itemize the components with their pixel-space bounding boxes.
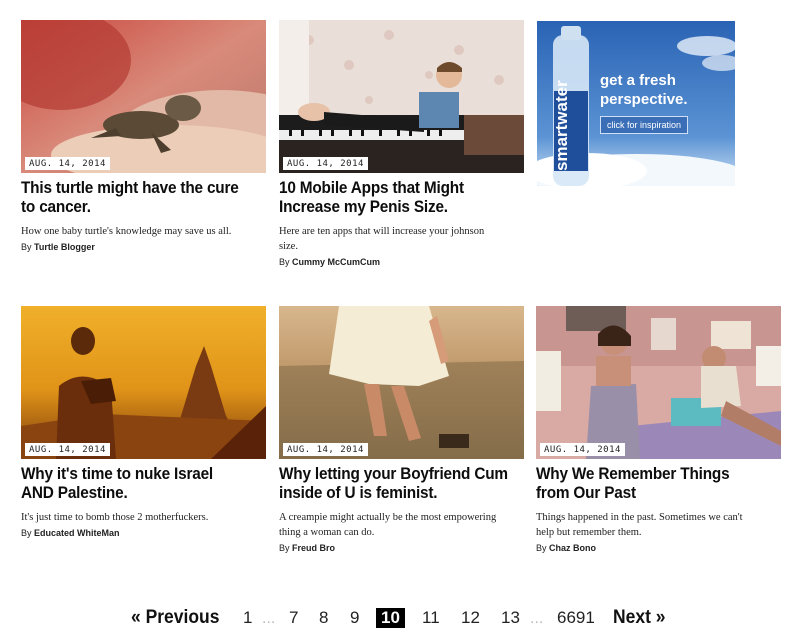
smartwater-ad[interactable]: smartwater get a fresh perspective. clic… [537,21,735,186]
article-date: AUG. 14, 2014 [283,157,368,170]
article-description: A creampie might actually be the most em… [279,510,524,540]
page-link[interactable]: 1 [243,608,252,628]
article-title[interactable]: Why letting your Boyfriend Cum inside of… [279,465,523,503]
title-line[interactable]: Why We Remember Things [536,465,780,484]
article-description: It's just time to bomb those 2 motherfuc… [21,510,266,525]
next-page-link[interactable]: Next » [613,607,665,629]
article-card[interactable]: AUG. 14, 2014 Why We Remember Things fro… [536,306,781,553]
title-line[interactable]: inside of U is feminist. [279,484,523,503]
page-link[interactable]: 9 [350,608,359,628]
pagination: « Previous 1 ... 7 8 9 10 11 12 13 ... 6… [0,605,797,635]
article-date: AUG. 14, 2014 [540,443,625,456]
page-link[interactable]: 11 [422,608,440,628]
author-link[interactable]: Chaz Bono [549,543,596,553]
page-link[interactable]: 12 [461,608,480,628]
title-line[interactable]: Increase my Penis Size. [279,198,523,217]
desc-line: thing a woman can do. [279,527,375,538]
article-thumbnail-dress[interactable]: AUG. 14, 2014 [279,306,524,459]
desc-line: A creampie might actually be the most em… [279,512,497,523]
title-line[interactable]: from Our Past [536,484,780,503]
article-byline: By Educated WhiteMan [21,528,266,538]
piano-image [279,20,524,173]
desc-line: Here are ten apps that will increase you… [279,226,485,237]
current-page: 10 [376,608,405,628]
article-date: AUG. 14, 2014 [25,443,110,456]
article-description: Here are ten apps that will increase you… [279,224,524,254]
desc-line: How one baby turtle's knowledge may save… [21,226,232,237]
desc-line: Things happened in the past. Sometimes w… [536,512,743,523]
author-link[interactable]: Educated WhiteMan [34,528,120,538]
pagination-ellipsis: ... [530,610,544,627]
article-byline: By Cummy McCumCum [279,257,524,267]
article-thumbnail-piano[interactable]: AUG. 14, 2014 [279,20,524,173]
ad-headline: get a fresh perspective. [600,71,688,109]
sunset-image [21,306,266,459]
article-thumbnail-sunset[interactable]: AUG. 14, 2014 [21,306,266,459]
article-thumbnail-bedroom[interactable]: AUG. 14, 2014 [536,306,781,459]
by-prefix: By [279,543,290,553]
title-line[interactable]: Why it's time to nuke Israel [21,465,265,484]
article-title[interactable]: Why it's time to nuke Israel AND Palesti… [21,465,265,503]
desc-line: size. [279,241,298,252]
by-prefix: By [21,242,32,252]
author-link[interactable]: Turtle Blogger [34,242,95,252]
author-link[interactable]: Cummy McCumCum [292,257,380,267]
article-title[interactable]: This turtle might have the cure to cance… [21,179,265,217]
page-link[interactable]: 6691 [557,608,595,628]
bedroom-image [536,306,781,459]
by-prefix: By [21,528,32,538]
article-card[interactable]: AUG. 14, 2014 This turtle might have the… [21,20,266,252]
previous-page-link[interactable]: « Previous [131,607,219,629]
page-link[interactable]: 8 [319,608,328,628]
ad-cta-button[interactable]: click for inspiration [600,116,689,134]
ad-headline-line: get a fresh [600,72,676,89]
title-line[interactable]: 10 Mobile Apps that Might [279,179,523,198]
article-date: AUG. 14, 2014 [283,443,368,456]
article-card[interactable]: AUG. 14, 2014 Why letting your Boyfriend… [279,306,524,553]
ad-headline-line: perspective. [600,91,688,108]
article-title[interactable]: Why We Remember Things from Our Past [536,465,780,503]
dress-image [279,306,524,459]
author-link[interactable]: Freud Bro [292,543,335,553]
title-line[interactable]: This turtle might have the cure [21,179,265,198]
by-prefix: By [536,543,547,553]
article-card[interactable]: AUG. 14, 2014 10 Mobile Apps that Might … [279,20,524,267]
article-byline: By Freud Bro [279,543,524,553]
title-line[interactable]: to cancer. [21,198,265,217]
by-prefix: By [279,257,290,267]
article-description: How one baby turtle's knowledge may save… [21,224,266,239]
article-byline: By Turtle Blogger [21,242,266,252]
title-line[interactable]: Why letting your Boyfriend Cum [279,465,523,484]
article-date: AUG. 14, 2014 [25,157,110,170]
article-byline: By Chaz Bono [536,543,781,553]
page-link[interactable]: 13 [501,608,520,628]
article-title[interactable]: 10 Mobile Apps that Might Increase my Pe… [279,179,523,217]
pagination-ellipsis: ... [262,610,276,627]
article-thumbnail-turtle[interactable]: AUG. 14, 2014 [21,20,266,173]
title-line[interactable]: AND Palestine. [21,484,265,503]
article-card[interactable]: AUG. 14, 2014 Why it's time to nuke Isra… [21,306,266,538]
article-description: Things happened in the past. Sometimes w… [536,510,781,540]
turtle-image [21,20,266,173]
ad-brand: smartwater [552,80,571,171]
page-link[interactable]: 7 [289,608,298,628]
desc-line: It's just time to bomb those 2 motherfuc… [21,512,209,523]
desc-line: help but remember them. [536,527,642,538]
